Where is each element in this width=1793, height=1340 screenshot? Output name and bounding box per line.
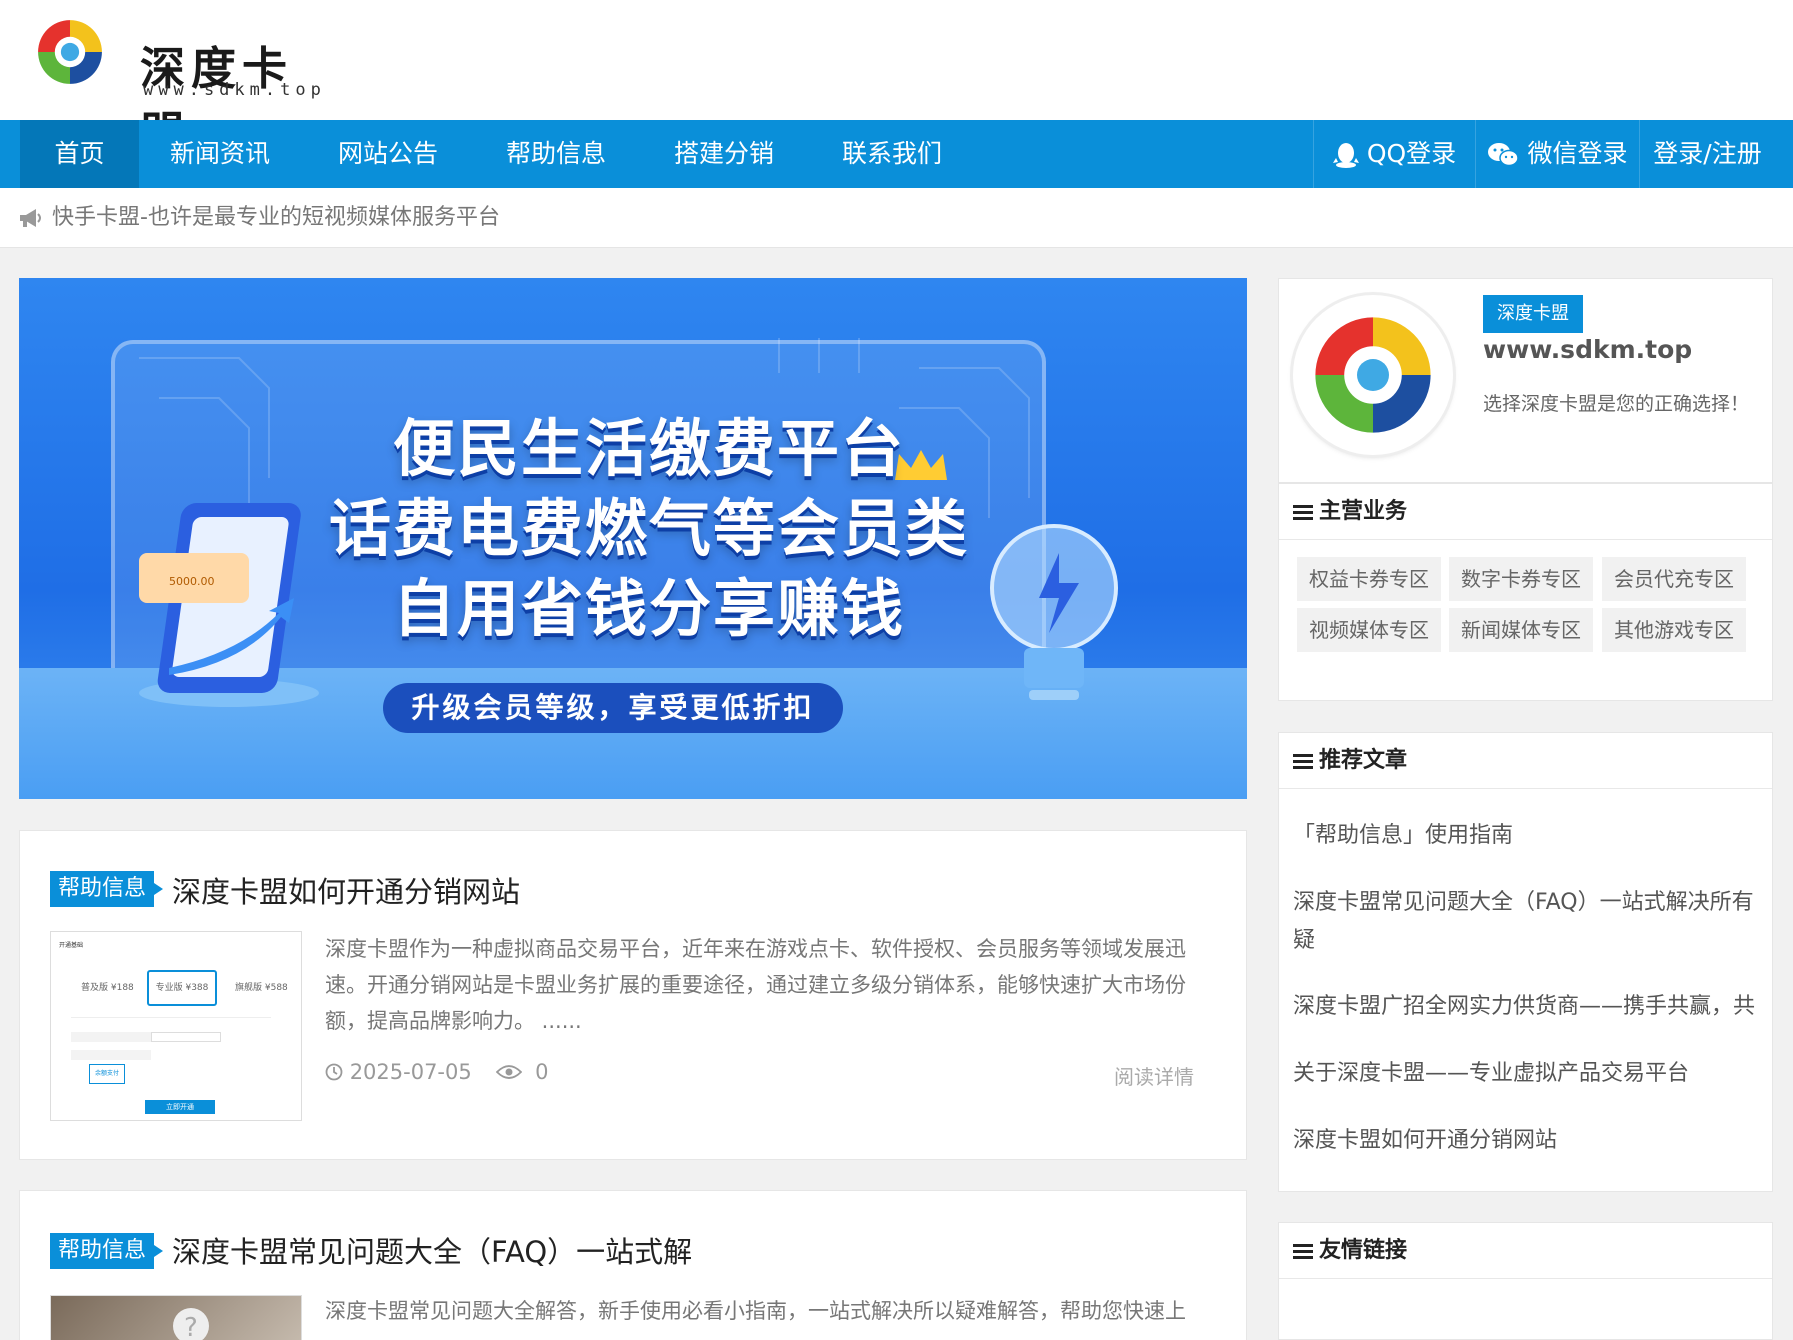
recommended-link[interactable]: 深度卡盟常见问题大全（FAQ）一站式解决所有疑	[1293, 884, 1763, 960]
profile-widget: 深度卡盟 www.sdkm.top 选择深度卡盟是您的正确选择！	[1278, 278, 1773, 483]
qq-icon	[1332, 143, 1359, 168]
avatar	[1293, 295, 1453, 455]
business-title: 主营业务	[1319, 499, 1408, 524]
login-register-button[interactable]: 登录/注册	[1639, 120, 1775, 188]
friend-links-title: 友情链接	[1319, 1238, 1408, 1263]
clock-icon	[325, 1063, 343, 1081]
thumb-pay-option: 余额支付	[89, 1064, 125, 1084]
main-nav: 首页 新闻资讯 网站公告 帮助信息 搭建分销 联系我们 QQ登录 微信登录 登录…	[0, 120, 1793, 188]
article-tag[interactable]: 帮助信息	[50, 871, 164, 907]
thumb-plan-basic: 普及版 ¥188	[81, 983, 134, 993]
logo-domain: www.sdkm.top	[143, 80, 326, 100]
article-views: 0	[535, 1060, 549, 1084]
hero-banner[interactable]: 5000.00 便民生活缴费平台 话费电费燃气等会员类 自用省钱分享赚钱 升级会…	[19, 278, 1247, 799]
recommended-widget: 推荐文章 「帮助信息」使用指南 深度卡盟常见问题大全（FAQ）一站式解决所有疑 …	[1278, 732, 1773, 1192]
notice-bar: 快手卡盟-也许是最专业的短视频媒体服务平台	[0, 188, 1793, 248]
site-header: 深度卡盟 www.sdkm.top	[0, 0, 1793, 160]
article-tag[interactable]: 帮助信息	[50, 1233, 164, 1269]
thumb-field-2	[151, 1032, 221, 1042]
article-excerpt: 深度卡盟作为一种虚拟商品交易平台，近年来在游戏点卡、软件授权、会员服务等领域发展…	[325, 937, 1186, 1033]
notice-text[interactable]: 快手卡盟-也许是最专业的短视频媒体服务平台	[52, 188, 500, 248]
article-title[interactable]: 深度卡盟常见问题大全（FAQ）一站式解	[172, 1229, 692, 1271]
nav-item-distribution[interactable]: 搭建分销	[659, 120, 789, 188]
article-card: 帮助信息 深度卡盟如何开通分销网站 开通基础 普及版 ¥188 专业版 ¥388…	[19, 830, 1247, 1160]
recommended-heading: 推荐文章	[1279, 733, 1772, 789]
chip-membership-recharge[interactable]: 会员代充专区	[1602, 557, 1746, 601]
nav-item-announcements[interactable]: 网站公告	[323, 120, 453, 188]
thumb-plan-pro: 专业版 ¥388	[147, 970, 217, 1006]
friend-links-widget: 友情链接	[1278, 1222, 1773, 1340]
recommended-link[interactable]: 深度卡盟如何开通分销网站	[1293, 1122, 1763, 1160]
megaphone-icon	[20, 209, 41, 227]
question-mark-icon: ?	[173, 1308, 209, 1340]
banner-card-amount: 5000.00	[169, 575, 215, 588]
article-thumbnail[interactable]: 开通基础 普及版 ¥188 专业版 ¥388 旗舰版 ¥588 余额支付 立即开…	[50, 931, 302, 1121]
profile-badge: 深度卡盟	[1483, 295, 1583, 333]
nav-item-news[interactable]: 新闻资讯	[155, 120, 285, 188]
nav-item-contact[interactable]: 联系我们	[827, 120, 957, 188]
recommended-link[interactable]: 深度卡盟广招全网实力供货商——携手共赢，共	[1293, 988, 1763, 1026]
chip-news-media[interactable]: 新闻媒体专区	[1449, 608, 1593, 652]
article-thumbnail[interactable]: ?	[50, 1295, 302, 1340]
chip-rights-cards[interactable]: 权益卡券专区	[1297, 557, 1441, 601]
thumb-plan-flagship: 旗舰版 ¥588	[235, 983, 288, 993]
banner-line-3: 自用省钱分享赚钱	[392, 572, 905, 645]
lightbulb-illustration	[990, 524, 1118, 700]
nav-item-help[interactable]: 帮助信息	[491, 120, 621, 188]
banner-pill: 升级会员等级，享受更低折扣	[383, 683, 843, 733]
list-icon	[1293, 1244, 1313, 1259]
profile-slogan: 选择深度卡盟是您的正确选择！	[1483, 393, 1750, 415]
logo-mark-icon	[38, 20, 102, 84]
nav-item-home[interactable]: 首页	[20, 120, 139, 188]
list-icon	[1293, 505, 1313, 520]
recommended-title: 推荐文章	[1319, 748, 1408, 773]
article-card: 帮助信息 深度卡盟常见问题大全（FAQ）一站式解 ? 深度卡盟常见问题大全解答，…	[19, 1190, 1247, 1340]
chip-video-media[interactable]: 视频媒体专区	[1297, 608, 1441, 652]
banner-line-1: 便民生活缴费平台	[392, 412, 905, 485]
eye-icon	[496, 1065, 523, 1079]
thumb-divider	[71, 1017, 271, 1018]
recommended-link[interactable]: 「帮助信息」使用指南	[1293, 817, 1763, 855]
friend-links-heading: 友情链接	[1279, 1223, 1772, 1279]
thumb-field-3	[71, 1050, 151, 1060]
site-logo[interactable]: 深度卡盟 www.sdkm.top	[32, 14, 322, 160]
list-icon	[1293, 754, 1313, 769]
banner-line-2: 话费电费燃气等会员类	[328, 492, 969, 565]
business-widget: 主营业务 权益卡券专区 数字卡券专区 会员代充专区 视频媒体专区 新闻媒体专区 …	[1278, 483, 1773, 701]
wechat-icon	[1488, 143, 1520, 167]
read-more-link[interactable]: 阅读详情	[1114, 1061, 1194, 1090]
logo-mark-icon	[1315, 317, 1431, 433]
profile-url[interactable]: www.sdkm.top	[1483, 335, 1692, 364]
article-title[interactable]: 深度卡盟如何开通分销网站	[172, 869, 520, 911]
svg-text:?: ?	[184, 1313, 198, 1340]
article-meta: 2025-07-05 0	[325, 1059, 548, 1084]
qq-login-button[interactable]: QQ登录	[1313, 120, 1475, 188]
chip-other-games[interactable]: 其他游戏专区	[1602, 608, 1746, 652]
qq-login-label: QQ登录	[1366, 139, 1457, 168]
chip-digital-cards[interactable]: 数字卡券专区	[1449, 557, 1593, 601]
recommended-link[interactable]: 关于深度卡盟——专业虚拟产品交易平台	[1293, 1055, 1763, 1093]
thumb-open-button: 立即开通	[145, 1100, 215, 1114]
wechat-login-label: 微信登录	[1527, 139, 1628, 168]
article-date: 2025-07-05	[349, 1060, 472, 1084]
thumb-field-1	[71, 1032, 151, 1042]
business-heading: 主营业务	[1279, 484, 1772, 540]
wechat-login-button[interactable]: 微信登录	[1475, 120, 1639, 188]
article-excerpt: 深度卡盟常见问题大全解答，新手使用必看小指南，一站式解决所以疑难解答，帮助您快速…	[325, 1299, 1186, 1323]
thumb-title: 开通基础	[59, 942, 84, 949]
